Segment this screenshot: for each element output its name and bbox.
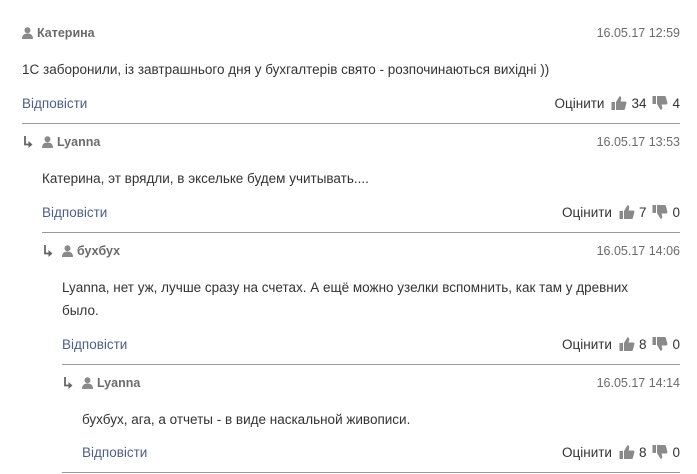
comment: Катерина 16.05.17 12:59 1С заборонили, і… bbox=[22, 0, 680, 124]
comment-header: Lyanna 16.05.17 14:14 bbox=[62, 373, 680, 393]
reply-arrow-icon bbox=[64, 377, 73, 389]
rate-label: Оцінити bbox=[554, 95, 605, 111]
comment-footer: Відповісти Оцінити 34 4 bbox=[22, 93, 680, 113]
comment-divider bbox=[62, 364, 680, 365]
reply-button[interactable]: Відповісти bbox=[82, 445, 147, 460]
user-icon bbox=[82, 377, 93, 389]
thumbs-down-icon[interactable] bbox=[652, 95, 668, 111]
comment-author: Lyanna bbox=[57, 135, 101, 149]
rating-area: Оцінити 8 0 bbox=[562, 444, 680, 460]
likes-count: 8 bbox=[638, 336, 647, 352]
reply-button[interactable]: Відповісти bbox=[22, 96, 87, 111]
thumbs-up-icon[interactable] bbox=[619, 336, 635, 352]
reply-arrow-icon bbox=[24, 136, 33, 148]
comment: бухбух 16.05.17 14:06 Lyanna, нет уж, лу… bbox=[42, 232, 680, 365]
comment-author: Lyanna bbox=[97, 376, 141, 390]
likes-count: 7 bbox=[638, 204, 647, 220]
comment-author: Катерина bbox=[37, 26, 95, 40]
thumbs-down-icon[interactable] bbox=[652, 204, 668, 220]
dislikes-count: 4 bbox=[672, 95, 680, 111]
rating-area: Оцінити 7 0 bbox=[562, 204, 680, 220]
comment-header: Катерина 16.05.17 12:59 bbox=[22, 23, 680, 43]
rate-label: Оцінити bbox=[562, 204, 612, 220]
rating-area: Оцінити 34 4 bbox=[555, 95, 681, 111]
comment-text: Катерина, эт врядли, в экселькe будем уч… bbox=[42, 171, 369, 186]
comment-date: 16.05.17 14:14 bbox=[596, 376, 680, 390]
user-icon bbox=[62, 245, 73, 257]
rating-area: Оцінити 8 0 bbox=[562, 336, 680, 352]
comment-divider bbox=[22, 123, 680, 124]
reply-button[interactable]: Відповісти bbox=[62, 337, 127, 352]
comment-header: Lyanna 16.05.17 13:53 bbox=[22, 132, 680, 152]
rate-label: Оцінити bbox=[562, 336, 612, 352]
comment-date: 16.05.17 12:59 bbox=[596, 26, 680, 40]
dislikes-count: 0 bbox=[672, 336, 680, 352]
comment-footer: Відповісти Оцінити 7 0 bbox=[42, 202, 680, 222]
likes-count: 34 bbox=[631, 95, 647, 111]
comment: Lyanna 16.05.17 13:53 Катерина, эт врядл… bbox=[22, 123, 680, 233]
reply-button[interactable]: Відповісти bbox=[42, 205, 107, 220]
comment-text: Lyanna, нет уж, лучше сразу на счетах. А… bbox=[62, 280, 629, 318]
comment-header: бухбух 16.05.17 14:06 bbox=[42, 241, 680, 261]
comment-divider bbox=[42, 232, 680, 233]
thumbs-down-icon[interactable] bbox=[652, 336, 668, 352]
comment-date: 16.05.17 13:53 bbox=[596, 135, 680, 149]
comment: Lyanna 16.05.17 14:14 бухбух, ага, а отч… bbox=[62, 364, 680, 474]
comment-text: бухбух, ага, а отчеты - в виде наскально… bbox=[82, 412, 411, 427]
dislikes-count: 0 bbox=[672, 444, 680, 460]
thumbs-up-icon[interactable] bbox=[619, 444, 635, 460]
rate-label: Оцінити bbox=[562, 444, 612, 460]
comment-author: бухбух bbox=[77, 244, 121, 258]
comment-footer: Відповісти Оцінити 8 0 bbox=[62, 334, 680, 354]
user-icon bbox=[22, 27, 33, 39]
thumbs-up-icon[interactable] bbox=[611, 95, 627, 111]
comment-date: 16.05.17 14:06 bbox=[596, 244, 680, 258]
comment-text: 1С заборонили, із завтрашнього дня у бух… bbox=[22, 62, 550, 77]
thumbs-down-icon[interactable] bbox=[652, 444, 668, 460]
likes-count: 8 bbox=[638, 444, 647, 460]
thumbs-up-icon[interactable] bbox=[619, 204, 635, 220]
user-icon bbox=[42, 136, 53, 148]
comment-divider bbox=[62, 472, 680, 473]
dislikes-count: 0 bbox=[672, 204, 680, 220]
reply-arrow-icon bbox=[44, 245, 53, 257]
comment-footer: Відповісти Оцінити 8 0 bbox=[82, 442, 680, 462]
